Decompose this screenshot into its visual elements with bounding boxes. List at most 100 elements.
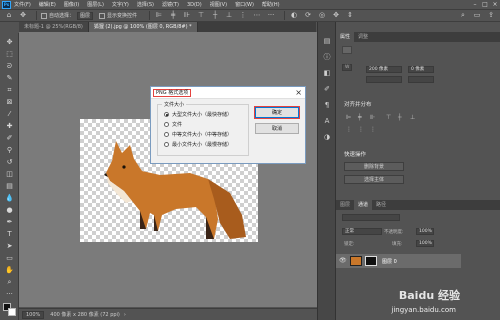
3d-drag-icon[interactable]: ✥ (331, 11, 341, 20)
align-center-icon[interactable]: ╪ (168, 11, 178, 20)
menu-file[interactable]: 文件(F) (14, 1, 31, 8)
close-icon[interactable]: × (295, 88, 302, 97)
radio-dot[interactable] (164, 142, 169, 147)
3d-rotate-icon[interactable]: ⟳ (303, 11, 313, 20)
tab-properties[interactable]: 属性 (336, 32, 355, 42)
3d-slide-icon[interactable]: ⇕ (345, 11, 355, 20)
search-icon[interactable]: ⌕ (458, 11, 468, 20)
auto-select-dropdown[interactable]: 图层 (77, 11, 94, 20)
tab-layers[interactable]: 图层 (336, 200, 354, 210)
brush-settings-icon[interactable]: ✐ (322, 84, 332, 94)
auto-select-checkbox[interactable] (41, 12, 47, 19)
distribute-right-icon[interactable]: ⋮ (370, 126, 376, 133)
pen-tool-icon[interactable]: ✒ (4, 217, 15, 227)
ok-button[interactable]: 确定 (255, 107, 299, 118)
menu-type[interactable]: 文字(Y) (112, 1, 129, 8)
move-tool-icon[interactable]: ✥ (4, 37, 15, 47)
radio-file[interactable]: 文件 (164, 121, 182, 128)
x-field[interactable] (366, 76, 402, 83)
zoom-tool-icon[interactable]: ⌕ (4, 277, 15, 287)
path-select-tool-icon[interactable]: ➤ (4, 241, 15, 251)
menu-3d[interactable]: 3D(D) (187, 2, 202, 8)
radio-smallest-file[interactable]: 最小文件大小（最慢存储） (164, 141, 232, 148)
frame-tool-icon[interactable]: ⊠ (4, 97, 15, 107)
distribute-icon[interactable]: ⋮ (238, 11, 248, 20)
align-middle-icon[interactable]: ┼ (210, 11, 220, 20)
tab-untitled[interactable]: 未标题-1 @ 25%(RGB/8) (19, 22, 89, 32)
menu-layer[interactable]: 图层(L) (87, 1, 104, 8)
visibility-eye-icon[interactable]: 👁 (339, 257, 347, 264)
clone-stamp-icon[interactable]: ⚲ (4, 145, 15, 155)
blur-tool-icon[interactable]: 💧 (4, 193, 15, 203)
radio-dot[interactable] (164, 132, 169, 137)
y-field[interactable] (408, 76, 434, 83)
tab-channels[interactable]: 通道 (354, 200, 373, 210)
menu-filter[interactable]: 滤镜(T) (162, 1, 179, 8)
quick-select-tool-icon[interactable]: ✎ (4, 73, 15, 83)
3d-mode-icon[interactable]: ◐ (289, 11, 299, 20)
lasso-tool-icon[interactable]: ᘐ (4, 61, 15, 71)
zoom-level[interactable]: 100% (22, 310, 45, 319)
history-icon[interactable]: ▤ (322, 36, 332, 46)
distribute-h-icon[interactable]: ⋯ (252, 11, 262, 20)
tab-fox[interactable]: 狐狸 (2).jpg @ 100% (图层 0, RGB/8#) * (88, 22, 198, 32)
menu-window[interactable]: 窗口(W) (235, 1, 254, 8)
remove-background-button[interactable]: 删除背景 (344, 162, 404, 171)
align-bottom-icon[interactable]: ⊥ (224, 11, 234, 20)
more-tools-icon[interactable]: ··· (4, 289, 15, 299)
align-bottom-icon[interactable]: ⊥ (410, 114, 415, 121)
radio-large-file[interactable]: 大型文件大小（最快存储） (164, 111, 232, 118)
gradient-tool-icon[interactable]: ▤ (4, 181, 15, 191)
dodge-tool-icon[interactable]: ● (4, 205, 15, 215)
info-icon[interactable]: ⓘ (322, 52, 332, 62)
adjustments-icon[interactable]: ◑ (322, 132, 332, 142)
eraser-tool-icon[interactable]: ◫ (4, 169, 15, 179)
swatches-icon[interactable]: ◧ (322, 68, 332, 78)
select-subject-button[interactable]: 选择主体 (344, 175, 404, 184)
type-tool-icon[interactable]: T (4, 229, 15, 239)
width-field[interactable]: 200 像素 (366, 66, 402, 73)
fill-field[interactable]: 100% (416, 240, 434, 247)
menu-image[interactable]: 图像(I) (64, 1, 79, 8)
align-top-icon[interactable]: ⊤ (196, 11, 206, 20)
align-left-icon[interactable]: ⊫ (346, 114, 351, 121)
crop-tool-icon[interactable]: ⌗ (4, 85, 15, 95)
3d-roll-icon[interactable]: ◎ (317, 11, 327, 20)
menu-edit[interactable]: 编辑(E) (39, 1, 56, 8)
marquee-tool-icon[interactable]: ⬚ (4, 49, 15, 59)
close-window-icon[interactable]: × (490, 1, 500, 9)
paragraph-icon[interactable]: ¶ (322, 100, 332, 110)
shape-tool-icon[interactable]: ▭ (4, 253, 15, 263)
align-top-icon[interactable]: ⊤ (386, 114, 391, 121)
height-field[interactable]: 0 像素 (408, 66, 434, 73)
move-tool-icon[interactable]: ✥ (18, 11, 28, 20)
maximize-icon[interactable]: □ (480, 1, 490, 9)
transform-controls-checkbox[interactable] (99, 12, 106, 19)
more-icon[interactable]: ··· (266, 11, 276, 20)
background-color-swatch[interactable] (8, 308, 16, 316)
home-icon[interactable]: ⌂ (4, 11, 14, 20)
character-icon[interactable]: A (322, 116, 332, 126)
brush-tool-icon[interactable]: ✐ (4, 133, 15, 143)
workspace-icon[interactable]: ▭ (472, 11, 482, 20)
tab-paths[interactable]: 路径 (372, 200, 390, 210)
minimize-icon[interactable]: – (470, 1, 480, 9)
blend-mode-dropdown[interactable]: 正常 (342, 228, 382, 235)
eyedropper-tool-icon[interactable]: ⁄ (4, 109, 15, 119)
distribute-left-icon[interactable]: ⋮ (346, 126, 352, 133)
cancel-button[interactable]: 取消 (255, 123, 299, 134)
layer-filter-field[interactable] (342, 214, 400, 221)
radio-dot[interactable] (164, 122, 169, 127)
opacity-field[interactable]: 100% (416, 228, 434, 235)
menu-select[interactable]: 选择(S) (137, 1, 154, 8)
healing-brush-icon[interactable]: ✚ (4, 121, 15, 131)
tab-adjustments[interactable]: 调整 (354, 32, 372, 42)
radio-medium-file[interactable]: 中等文件大小（中等存储） (164, 131, 232, 138)
share-icon[interactable]: ⇪ (486, 11, 496, 20)
history-brush-icon[interactable]: ↺ (4, 157, 15, 167)
align-left-icon[interactable]: ⊫ (154, 11, 164, 20)
radio-dot[interactable] (164, 112, 169, 117)
menu-help[interactable]: 帮助(H) (262, 1, 280, 8)
distribute-center-icon[interactable]: ⋮ (358, 126, 364, 133)
hand-tool-icon[interactable]: ✋ (4, 265, 15, 275)
